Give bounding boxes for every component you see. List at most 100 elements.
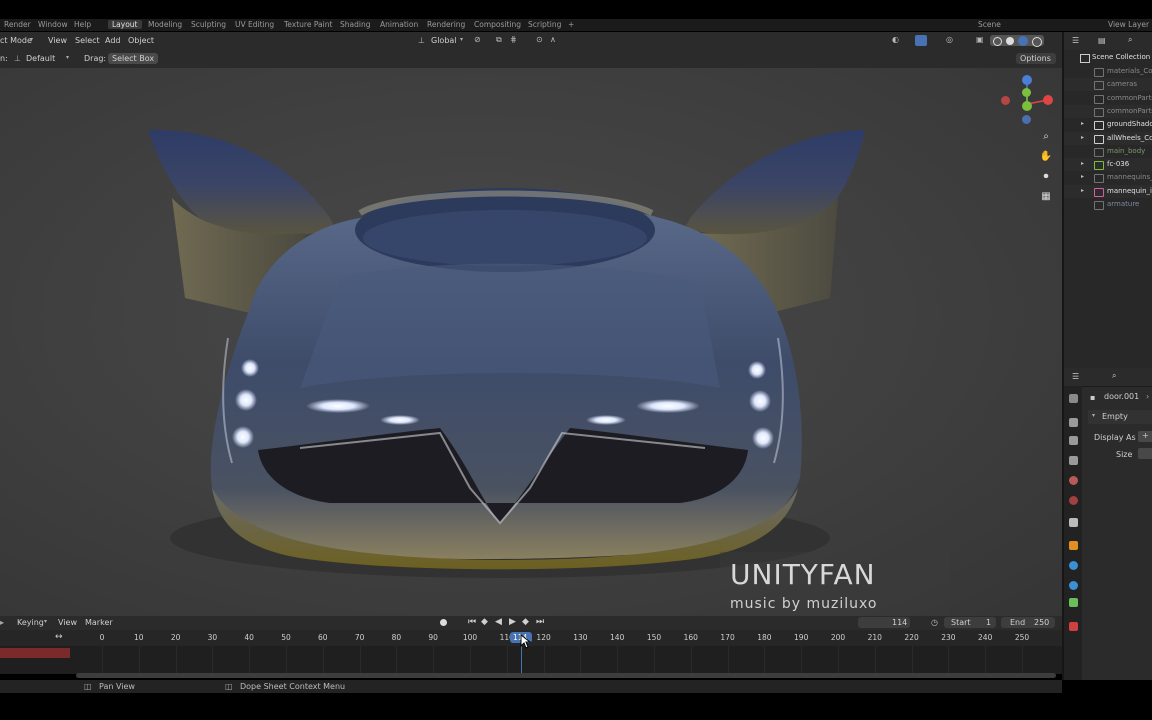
- menu-render[interactable]: Render: [4, 20, 31, 29]
- display-as-dropdown[interactable]: +: [1138, 431, 1152, 442]
- tab-layout[interactable]: Layout: [108, 20, 142, 29]
- search-icon[interactable]: ⌕: [1128, 35, 1132, 45]
- pivot-point-icon[interactable]: ⊘: [474, 35, 481, 44]
- render-tab-icon[interactable]: [1069, 418, 1078, 427]
- scene-selector[interactable]: Scene: [978, 20, 1001, 29]
- tab-shading[interactable]: Shading: [340, 20, 370, 29]
- expand-arrow-icon[interactable]: ▸: [1081, 134, 1084, 141]
- tab-modeling[interactable]: Modeling: [148, 20, 182, 29]
- mode-selector[interactable]: ct Mode: [0, 36, 32, 45]
- solid-shading-icon[interactable]: [1006, 37, 1014, 45]
- world-tab-icon[interactable]: [1069, 496, 1078, 505]
- gizmo-toggle-button[interactable]: [915, 35, 927, 46]
- material-preview-icon[interactable]: [1018, 36, 1028, 46]
- 3d-viewport[interactable]: ⌕ ✋ ⏺ ▦ UNITYFAN music by muziluxo: [0, 68, 1062, 616]
- outliner-panel[interactable]: Scene Collection materials_Col cameras com…: [1062, 32, 1152, 368]
- expand-arrow-icon[interactable]: ▸: [1081, 160, 1084, 167]
- scene-collection-row[interactable]: Scene Collection: [1064, 52, 1152, 65]
- texture-tab-icon[interactable]: [1069, 622, 1078, 631]
- outliner-item[interactable]: ▸ groundShadow: [1064, 118, 1152, 131]
- tab-texture-paint[interactable]: Texture Paint: [284, 20, 332, 29]
- menu-object[interactable]: Object: [128, 36, 154, 45]
- object-data-tab-icon[interactable]: [1069, 598, 1078, 607]
- tab-scripting[interactable]: Scripting: [528, 20, 561, 29]
- perspective-grid-icon[interactable]: ▦: [1039, 190, 1053, 204]
- menu-marker[interactable]: Marker: [85, 618, 113, 627]
- display-mode-icon[interactable]: ▤: [1098, 36, 1106, 45]
- pan-hand-icon[interactable]: ✋: [1039, 150, 1053, 164]
- neg-x-axis-ball[interactable]: [1001, 96, 1010, 105]
- neg-z-axis-ball[interactable]: [1022, 115, 1031, 124]
- menu-keying[interactable]: Keying: [17, 618, 44, 627]
- play-icon[interactable]: ▶: [509, 617, 516, 627]
- scene-tab-icon[interactable]: [1069, 476, 1078, 485]
- x-axis-ball[interactable]: [1043, 95, 1053, 105]
- expand-arrow-icon[interactable]: ▸: [1081, 187, 1084, 194]
- outliner-item[interactable]: materials_Col: [1064, 65, 1152, 78]
- z-axis-ball[interactable]: [1022, 75, 1032, 85]
- tool-tab-icon[interactable]: [1069, 394, 1078, 403]
- editor-type-icon[interactable]: ☰: [1072, 372, 1079, 381]
- menu-window[interactable]: Window: [38, 20, 68, 29]
- output-tab-icon[interactable]: [1069, 436, 1078, 445]
- outliner-item[interactable]: ▸ allWheels_Col: [1064, 131, 1152, 145]
- tab-rendering[interactable]: Rendering: [427, 20, 465, 29]
- menu-view[interactable]: View: [58, 618, 77, 627]
- play-reverse-icon[interactable]: ◀: [495, 617, 502, 627]
- proportional-edit-icon[interactable]: ⊙: [536, 35, 543, 44]
- record-icon[interactable]: [440, 619, 447, 626]
- rendered-shading-icon[interactable]: [1032, 37, 1042, 47]
- outliner-item[interactable]: commonParts: [1064, 92, 1152, 105]
- visibility-icon[interactable]: ◐: [892, 35, 899, 44]
- menu-view[interactable]: View: [48, 36, 67, 45]
- outliner-item[interactable]: ▸ mannequins_C: [1064, 171, 1152, 184]
- outliner-item[interactable]: main_body: [1064, 145, 1152, 158]
- empty-section-header[interactable]: ▾ Empty: [1088, 410, 1152, 424]
- outliner-item[interactable]: ▸ fc-036: [1064, 158, 1152, 172]
- editor-type-icon[interactable]: ☰: [1072, 36, 1079, 45]
- collection-tab-icon[interactable]: [1069, 518, 1078, 527]
- constraints-tab-icon[interactable]: [1069, 581, 1078, 590]
- xray-icon[interactable]: ▣: [976, 35, 984, 44]
- overlays-icon[interactable]: ◎: [946, 35, 953, 44]
- transform-orientation-selector[interactable]: Global: [431, 36, 457, 45]
- start-frame-field[interactable]: Start 1: [944, 617, 996, 628]
- zoom-icon[interactable]: ⌕: [1039, 130, 1053, 144]
- wireframe-shading-icon[interactable]: [993, 37, 1002, 46]
- object-name[interactable]: door.001: [1104, 392, 1139, 401]
- jump-start-icon[interactable]: ⏮: [468, 617, 476, 627]
- next-keyframe-icon[interactable]: ◆: [522, 617, 529, 627]
- outliner-item[interactable]: cameras: [1064, 78, 1152, 92]
- neg-y-axis-ball[interactable]: [1022, 101, 1032, 111]
- timeline-editor-icon[interactable]: ▸: [0, 618, 4, 627]
- tab-compositing[interactable]: Compositing: [474, 20, 521, 29]
- y-axis-ball[interactable]: [1022, 88, 1031, 97]
- falloff-icon[interactable]: ∧: [550, 35, 556, 44]
- view-layer-selector[interactable]: View Layer: [1108, 20, 1149, 29]
- orientation-default-selector[interactable]: Default: [26, 54, 55, 63]
- end-frame-field[interactable]: End 250: [1001, 617, 1055, 628]
- snap-icon[interactable]: ⧉: [496, 35, 502, 45]
- object-tab-icon[interactable]: [1069, 541, 1078, 550]
- current-frame-field[interactable]: 114: [858, 617, 910, 628]
- options-button[interactable]: Options: [1016, 53, 1056, 64]
- outliner-item[interactable]: commonParts: [1064, 104, 1152, 118]
- clock-icon[interactable]: ◷: [931, 618, 938, 627]
- physics-tab-icon[interactable]: [1069, 561, 1078, 570]
- outliner-item[interactable]: ▸ mannequin_in: [1064, 184, 1152, 198]
- prev-keyframe-icon[interactable]: ◆: [481, 617, 488, 627]
- outliner-item[interactable]: armature: [1064, 198, 1152, 211]
- timeline-scrollbar[interactable]: [76, 673, 1056, 678]
- add-workspace-button[interactable]: +: [568, 20, 574, 29]
- drag-select-box[interactable]: Select Box: [108, 53, 158, 64]
- expand-arrow-icon[interactable]: ▸: [1081, 173, 1084, 180]
- camera-view-icon[interactable]: ⏺: [1039, 170, 1053, 184]
- timeline-keyframe-area[interactable]: [0, 646, 1062, 674]
- navigation-gizmo[interactable]: [1000, 74, 1060, 134]
- tab-uv-editing[interactable]: UV Editing: [235, 20, 274, 29]
- menu-select[interactable]: Select: [75, 36, 100, 45]
- size-field[interactable]: [1138, 448, 1152, 459]
- jump-end-icon[interactable]: ⏭: [536, 617, 544, 627]
- tab-sculpting[interactable]: Sculpting: [191, 20, 226, 29]
- menu-add[interactable]: Add: [105, 36, 121, 45]
